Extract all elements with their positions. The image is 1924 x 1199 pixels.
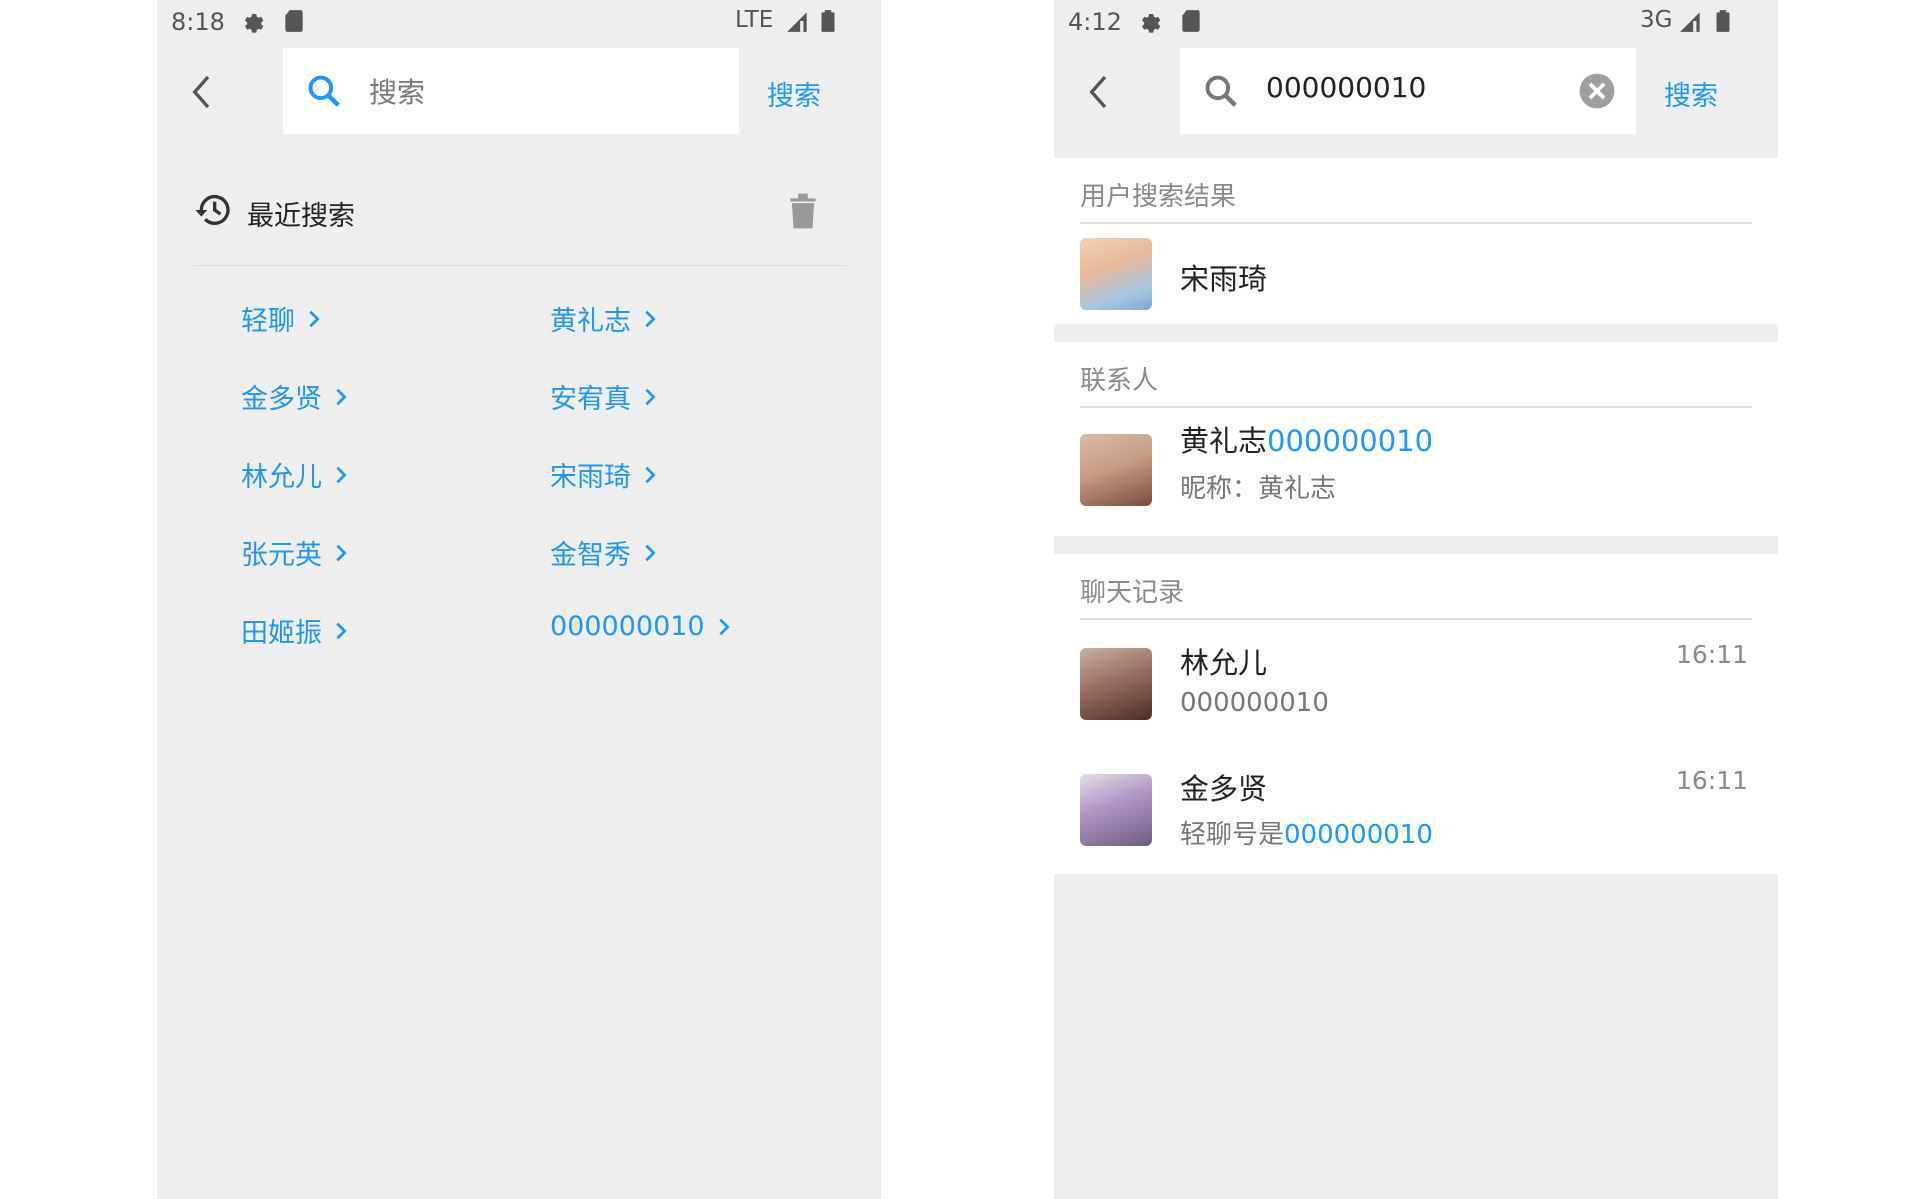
search-input[interactable]: 搜索 (369, 71, 669, 111)
battery-icon (1716, 10, 1730, 32)
recent-search-item[interactable]: 金智秀 (550, 533, 661, 572)
search-button[interactable]: 搜索 (1664, 74, 1718, 113)
chevron-right-icon (336, 466, 347, 483)
settings-icon (1141, 13, 1161, 33)
recent-search-label: 宋雨琦 (550, 462, 631, 493)
avatar (1080, 238, 1152, 310)
battery-icon (821, 10, 835, 32)
phone-screen-recent-search: 8:18 LTE 搜索 搜索 最近搜索 轻聊 黄礼志金多贤 安宥真林允儿 宋雨琦张元英… (157, 0, 881, 1199)
chat-time: 16:11 (1675, 766, 1748, 795)
recent-search-item[interactable]: 金多贤 (241, 377, 352, 416)
recent-search-label: 金智秀 (550, 540, 631, 571)
back-arrow-icon[interactable] (183, 72, 223, 112)
recent-search-item[interactable]: 安宥真 (550, 377, 661, 416)
clear-icon[interactable] (1578, 72, 1616, 110)
chevron-right-icon (718, 618, 730, 635)
chat-row[interactable]: 金多贤 16:11 轻聊号是000000010 (1054, 746, 1778, 874)
recent-search-label: 黄礼志 (550, 306, 631, 337)
search-icon (1205, 75, 1237, 107)
chat-snippet-match: 000000010 (1180, 688, 1329, 718)
section-title: 聊天记录 (1080, 578, 1185, 608)
chevron-right-icon (645, 544, 656, 561)
recent-search-label: 轻聊 (241, 306, 295, 337)
recent-search-title: 最近搜索 (247, 201, 355, 232)
chat-name: 林允儿 (1180, 646, 1268, 680)
history-icon (195, 194, 230, 225)
chat-records-section: 聊天记录 林允儿 16:11 000000010 金多贤 16:11 轻聊号是0… (1054, 554, 1778, 874)
contact-row[interactable]: 黄礼志000000010 昵称：黄礼志 (1054, 408, 1778, 536)
avatar (1080, 774, 1152, 846)
sd-card-icon (285, 10, 303, 32)
divider (193, 265, 847, 266)
match-highlight: 000000010 (1267, 424, 1434, 458)
settings-icon (244, 13, 264, 33)
recent-search-label: 000000010 (550, 611, 705, 642)
recent-search-label: 林允儿 (241, 462, 322, 493)
search-icon (308, 75, 340, 107)
chat-row[interactable]: 林允儿 16:11 000000010 (1054, 620, 1778, 746)
recent-search-label: 安宥真 (550, 384, 631, 415)
contact-name-text: 黄礼志 (1180, 424, 1268, 458)
network-type: 3G (1640, 7, 1673, 33)
recent-search-item[interactable]: 林允儿 (241, 455, 352, 494)
search-button[interactable]: 搜索 (767, 74, 821, 113)
chevron-right-icon (309, 310, 320, 327)
status-time: 8:18 (171, 8, 225, 36)
recent-search-item[interactable]: 田姬振 (241, 611, 352, 650)
user-results-section: 用户搜索结果 宋雨琦 (1054, 158, 1778, 324)
contact-name: 黄礼志000000010 (1180, 418, 1433, 460)
recent-search-label: 张元英 (241, 540, 322, 571)
avatar (1080, 648, 1152, 720)
search-box[interactable]: 000000010 (1180, 48, 1636, 134)
trash-icon[interactable] (787, 192, 819, 230)
chat-name: 金多贤 (1180, 772, 1268, 806)
sd-card-icon (1182, 10, 1200, 32)
chat-snippet: 轻聊号是000000010 (1180, 814, 1433, 851)
match-highlight: 000000010 (1284, 820, 1433, 850)
chevron-right-icon (336, 544, 347, 561)
network-type: LTE (735, 7, 774, 33)
search-box[interactable]: 搜索 (283, 48, 739, 134)
section-title: 用户搜索结果 (1080, 182, 1237, 212)
nickname-label: 昵称： (1180, 474, 1259, 504)
status-bar: 8:18 LTE (157, 0, 881, 42)
recent-search-item[interactable]: 宋雨琦 (550, 455, 661, 494)
signal-icon (787, 12, 807, 32)
search-input[interactable]: 000000010 (1266, 71, 1566, 111)
recent-search-item[interactable]: 轻聊 (241, 299, 325, 338)
chevron-right-icon (336, 388, 347, 405)
contacts-section: 联系人 黄礼志000000010 昵称：黄礼志 (1054, 342, 1778, 536)
user-name: 宋雨琦 (1180, 262, 1268, 296)
signal-icon (1680, 12, 1700, 32)
recent-search-item[interactable]: 000000010 (550, 611, 735, 642)
section-title: 联系人 (1080, 366, 1159, 396)
chevron-right-icon (336, 622, 347, 639)
nickname-value: 黄礼志 (1258, 474, 1337, 504)
avatar (1080, 434, 1152, 506)
recent-search-item[interactable]: 黄礼志 (550, 299, 661, 338)
contact-nickname: 昵称：黄礼志 (1180, 468, 1336, 505)
chat-time: 16:11 (1675, 640, 1748, 669)
recent-search-label: 田姬振 (241, 618, 322, 649)
recent-search-item[interactable]: 张元英 (241, 533, 352, 572)
snippet-prefix: 轻聊号是 (1180, 820, 1285, 850)
recent-search-header: 最近搜索 (193, 190, 833, 270)
status-bar: 4:12 3G (1054, 0, 1778, 42)
chevron-right-icon (645, 310, 656, 327)
phone-screen-search-results: 4:12 3G 000000010 搜索 用户搜索结果 宋雨琦 联系人 黄礼志0… (1054, 0, 1778, 1199)
user-result-row[interactable]: 宋雨琦 (1054, 224, 1778, 324)
recent-search-label: 金多贤 (241, 384, 322, 415)
status-time: 4:12 (1068, 8, 1122, 36)
chevron-right-icon (645, 466, 656, 483)
chevron-right-icon (645, 388, 656, 405)
back-arrow-icon[interactable] (1080, 72, 1120, 112)
